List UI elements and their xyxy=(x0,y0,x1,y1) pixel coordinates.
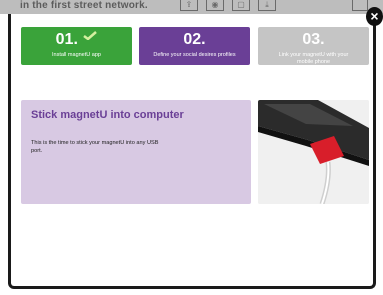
step-2-number: 02. xyxy=(183,31,206,48)
laptop-usb-illustration xyxy=(258,100,369,204)
step-3-card[interactable]: 03. Link your magnetU with your mobile p… xyxy=(258,27,369,65)
camera-icon: ◉ xyxy=(206,0,224,11)
download-icon: ⤓ xyxy=(258,0,276,11)
usb-laptop-photo xyxy=(258,100,369,204)
background-icons: ⇪ ◉ ▢ ⤓ xyxy=(180,0,276,11)
info-title: Stick magnetU into computer xyxy=(31,109,184,121)
step-3-description: Link your magnetU with your mobile phone xyxy=(278,52,349,65)
background-page: in the first street network. ⇪ ◉ ▢ ⤓ xyxy=(0,0,383,14)
step-1-card[interactable]: 01. Install magnetU app xyxy=(21,27,132,65)
checkmark-icon xyxy=(83,31,98,40)
share-icon: ⇪ xyxy=(180,0,198,11)
step-3-number: 03. xyxy=(302,31,325,48)
info-text: This is the time to stick your magnetU i… xyxy=(31,140,159,154)
background-right-icon xyxy=(352,0,368,11)
step-2-description: Define your social desires profiles xyxy=(153,52,236,58)
background-text: in the first street network. xyxy=(20,0,148,11)
image-icon: ▢ xyxy=(232,0,250,11)
close-button[interactable]: × xyxy=(366,7,383,26)
info-panel: Stick magnetU into computer This is the … xyxy=(21,100,251,204)
step-1-number: 01. xyxy=(55,31,78,48)
step-2-card[interactable]: 02. Define your social desires profiles xyxy=(139,27,250,65)
step-1-number-row: 01. xyxy=(21,31,132,49)
step-1-description: Install magnetU app xyxy=(52,52,101,58)
